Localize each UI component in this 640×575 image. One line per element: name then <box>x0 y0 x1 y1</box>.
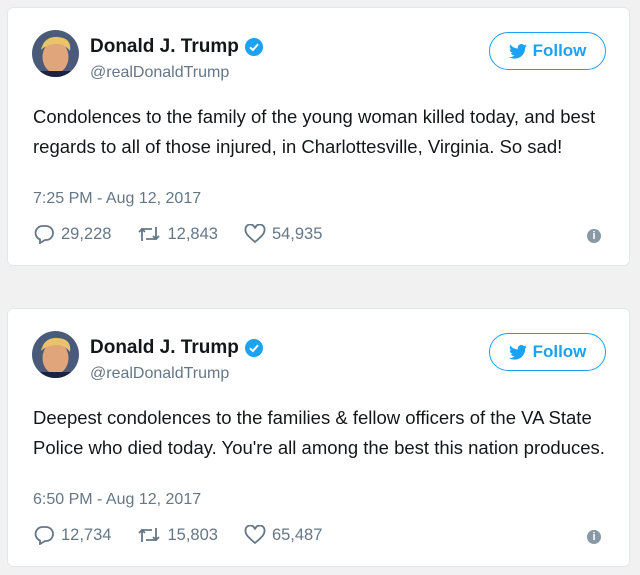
reply-count: 29,228 <box>61 224 112 243</box>
author-handle[interactable]: @realDonaldTrump <box>90 365 229 383</box>
tweet-timestamp[interactable]: 6:50 PM - Aug 12, 2017 <box>33 491 201 509</box>
follow-label: Follow <box>532 41 587 60</box>
reply-button[interactable]: 29,228 <box>33 224 111 244</box>
follow-button[interactable]: Follow <box>489 32 606 70</box>
reply-icon <box>34 526 54 545</box>
like-count: 65,487 <box>271 525 323 544</box>
verified-icon <box>244 38 263 56</box>
reply-button[interactable]: 12,734 <box>33 525 111 545</box>
info-icon[interactable]: i <box>587 229 601 243</box>
tweet-card: Donald J. Trump @realDonaldTrump Follow … <box>7 7 630 266</box>
retweet-icon <box>138 528 161 542</box>
bird-icon <box>508 344 527 360</box>
heart-icon <box>244 224 266 244</box>
bird-icon <box>508 43 527 59</box>
avatar[interactable] <box>32 30 79 77</box>
heart-icon <box>244 525 266 545</box>
tweet-text: Condolences to the family of the young w… <box>33 106 596 157</box>
retweet-count: 12,843 <box>167 224 218 243</box>
retweet-button[interactable]: 15,803 <box>137 525 218 545</box>
author-name[interactable]: Donald J. Trump <box>90 36 239 58</box>
follow-label: Follow <box>532 342 587 361</box>
follow-button[interactable]: Follow <box>489 333 606 371</box>
author-handle[interactable]: @realDonaldTrump <box>90 64 229 82</box>
author-name[interactable]: Donald J. Trump <box>90 337 239 359</box>
info-icon[interactable]: i <box>587 530 601 544</box>
tweet-actions: 29,228 12,843 54,935 <box>33 224 348 244</box>
tweet-actions: 12,734 15,803 65,487 <box>33 525 348 545</box>
retweet-icon <box>138 227 161 241</box>
reply-icon <box>34 225 54 244</box>
tweet-card: Donald J. Trump @realDonaldTrump Follow … <box>7 308 630 567</box>
like-button[interactable]: 54,935 <box>244 224 322 244</box>
avatar[interactable] <box>32 331 79 378</box>
tweet-timestamp[interactable]: 7:25 PM - Aug 12, 2017 <box>33 190 201 208</box>
like-count: 54,935 <box>271 224 323 243</box>
retweet-button[interactable]: 12,843 <box>137 224 218 244</box>
verified-icon <box>244 339 263 357</box>
like-button[interactable]: 65,487 <box>244 525 322 545</box>
tweet-text: Deepest condolences to the families & fe… <box>33 407 605 458</box>
retweet-count: 15,803 <box>167 525 218 544</box>
reply-count: 12,734 <box>61 525 112 544</box>
